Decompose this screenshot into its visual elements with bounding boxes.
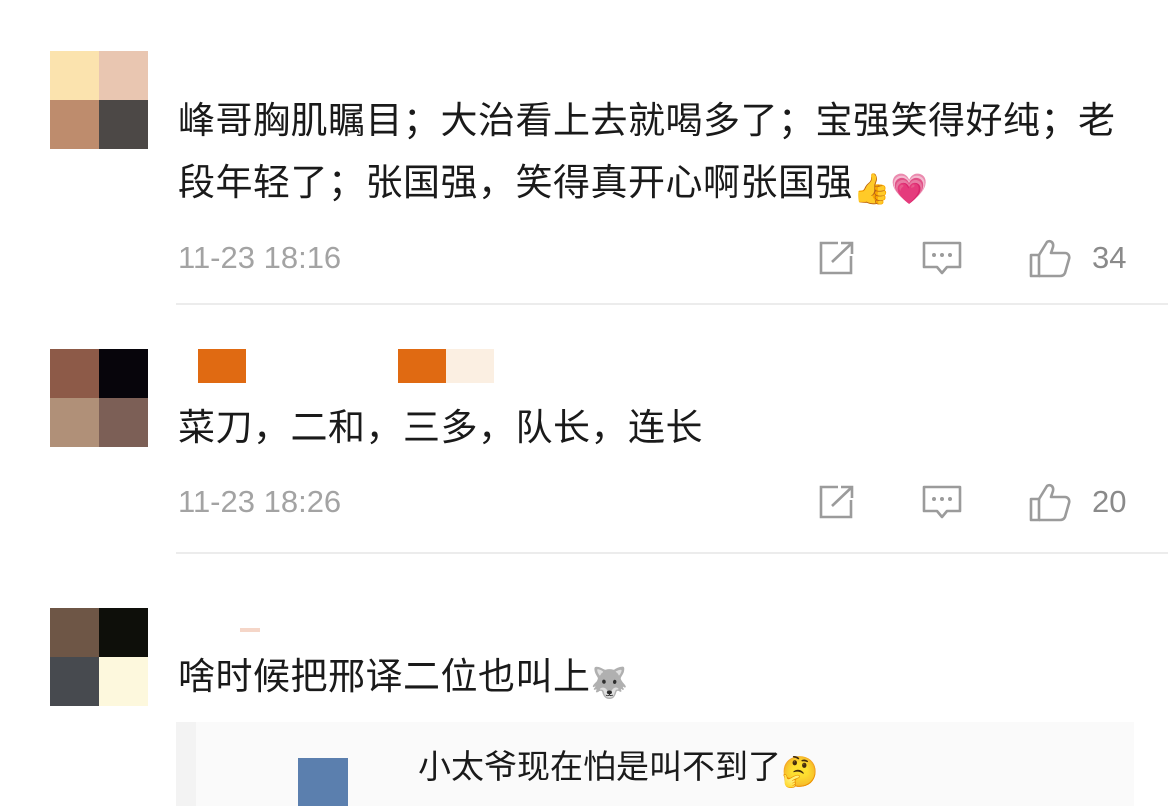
- thumbs-up-icon: [1029, 239, 1071, 278]
- avatar-pixel: [50, 349, 99, 398]
- comment-icon: [922, 241, 962, 275]
- reply-preview[interactable]: 小太爷现在怕是叫不到了🤔: [176, 722, 1134, 806]
- timestamp: 11-23 18:26: [178, 484, 342, 519]
- username-redacted[interactable]: [178, 349, 518, 383]
- comment-meta: 11-23 18:16 34: [178, 238, 1138, 278]
- comment-text: 峰哥胸肌瞩目；大治看上去就喝多了；宝强笑得好纯；老段年轻了；张国强，笑得真开心啊…: [178, 90, 1118, 214]
- reply-text: 小太爷现在怕是叫不到了🤔: [418, 742, 818, 792]
- username-block: [198, 349, 246, 383]
- thumbs-up-icon: [1029, 483, 1071, 522]
- avatar[interactable]: [50, 349, 148, 447]
- husky-emoji: 🐺: [590, 666, 629, 701]
- avatar-pixel: [99, 657, 148, 706]
- avatar-pixel: [50, 398, 99, 447]
- avatar-pixel: [99, 398, 148, 447]
- reply-avatar[interactable]: [298, 758, 348, 806]
- thinking-emoji: 🤔: [781, 755, 819, 790]
- comment-text-content: 菜刀，二和，三多，队长，连长: [178, 406, 703, 449]
- comment-text-content: 啥时候把邢译二位也叫上: [178, 655, 591, 698]
- reply-button[interactable]: [920, 482, 964, 522]
- avatar[interactable]: [50, 51, 148, 149]
- share-button[interactable]: [814, 482, 858, 522]
- comment-text-content: 峰哥胸肌瞩目；大治看上去就喝多了；宝强笑得好纯；老段年轻了；张国强，笑得真开心啊…: [178, 99, 1116, 204]
- reply-button[interactable]: [920, 238, 964, 278]
- avatar-pixel: [99, 100, 148, 149]
- share-icon: [819, 241, 854, 275]
- heart-emoji: 💗: [890, 172, 929, 207]
- avatar-pixel: [50, 608, 99, 657]
- avatar-pixel: [99, 608, 148, 657]
- avatar-pixel: [50, 51, 99, 100]
- avatar-pixel: [99, 349, 148, 398]
- share-button[interactable]: [814, 238, 858, 278]
- username-block: [398, 349, 446, 383]
- username-block: [446, 349, 494, 383]
- avatar-pixel: [99, 51, 148, 100]
- comment-text: 啥时候把邢译二位也叫上🐺: [178, 646, 1118, 708]
- avatar[interactable]: [50, 608, 148, 706]
- comment-icon: [922, 485, 962, 519]
- username-block: [240, 628, 260, 632]
- share-icon: [819, 485, 854, 519]
- comment-text: 菜刀，二和，三多，队长，连长: [178, 397, 1118, 459]
- timestamp: 11-23 18:16: [178, 240, 342, 275]
- reply-text-content: 小太爷现在怕是叫不到了: [418, 747, 781, 786]
- like-button[interactable]: [1028, 482, 1072, 522]
- comment-meta: 11-23 18:26 20: [178, 482, 1138, 522]
- avatar-pixel: [50, 657, 99, 706]
- thumbs-up-emoji: 👍: [853, 172, 891, 207]
- divider: [176, 552, 1168, 554]
- like-count: 34: [1092, 240, 1127, 275]
- like-button[interactable]: [1028, 238, 1072, 278]
- avatar-pixel: [50, 100, 99, 149]
- divider: [176, 303, 1168, 305]
- like-count: 20: [1092, 484, 1127, 519]
